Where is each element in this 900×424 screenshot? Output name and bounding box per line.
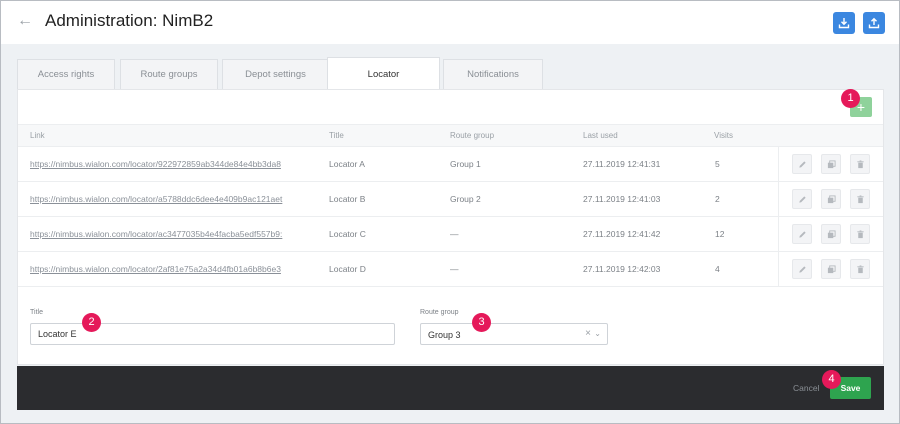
column-header-route-group: Route group [450, 131, 495, 140]
locator-link[interactable]: https://nimbus.wialon.com/locator/2af81e… [30, 264, 296, 274]
copy-icon [827, 264, 836, 273]
table-header: Link Title Route group Last used Visits [18, 124, 883, 147]
locator-last-used: 27.11.2019 12:41:31 [583, 159, 661, 169]
locator-visits: 2 [715, 194, 720, 204]
tab-depot-settings[interactable]: Depot settings [222, 59, 329, 89]
delete-button[interactable] [850, 154, 870, 174]
column-header-last-used: Last used [583, 131, 618, 140]
locator-link[interactable]: https://nimbus.wialon.com/locator/922972… [30, 159, 296, 169]
page-header: ← Administration: NimB2 [1, 1, 899, 44]
clear-icon[interactable]: × [585, 328, 591, 339]
delete-button[interactable] [850, 259, 870, 279]
locator-last-used: 27.11.2019 12:41:42 [583, 229, 661, 239]
page-title: Administration: NimB2 [45, 11, 214, 30]
cancel-button[interactable]: Cancel [793, 383, 819, 393]
chevron-down-icon[interactable]: ⌄ [594, 329, 601, 338]
locator-link[interactable]: https://nimbus.wialon.com/locator/a5788d… [30, 194, 296, 204]
table-row: https://nimbus.wialon.com/locator/a5788d… [18, 182, 883, 217]
locator-visits: 12 [715, 229, 725, 239]
pencil-icon [798, 230, 806, 238]
tab-route-groups[interactable]: Route groups [120, 59, 218, 89]
edit-button[interactable] [792, 189, 812, 209]
download-button[interactable] [833, 12, 855, 34]
column-header-visits: Visits [714, 131, 733, 140]
locator-panel: + Link Title Route group Last used Visit… [17, 89, 884, 365]
trash-icon [856, 159, 864, 168]
copy-button[interactable] [821, 224, 841, 244]
copy-icon [827, 159, 836, 168]
table-row: https://nimbus.wialon.com/locator/922972… [18, 147, 883, 182]
pencil-icon [798, 265, 806, 273]
actions-divider [778, 217, 779, 252]
trash-icon [856, 264, 864, 273]
locator-route-group: Group 1 [450, 159, 481, 169]
locator-title: Locator B [329, 194, 366, 204]
copy-icon [827, 229, 836, 238]
actions-divider [778, 147, 779, 182]
back-arrow-icon[interactable]: ← [17, 12, 33, 30]
step-badge: 2 [82, 313, 101, 332]
locator-title: Locator D [329, 264, 366, 274]
column-header-title: Title [329, 131, 344, 140]
download-icon [838, 18, 850, 29]
locator-last-used: 27.11.2019 12:42:03 [583, 264, 661, 274]
tab-locator[interactable]: Locator [327, 57, 440, 90]
tab-access-rights[interactable]: Access rights [17, 59, 115, 89]
locator-last-used: 27.11.2019 12:41:03 [583, 194, 661, 204]
upload-button[interactable] [863, 12, 885, 34]
pencil-icon [798, 160, 806, 168]
locator-route-group: — [450, 264, 459, 274]
route-group-select[interactable]: Group 3 × ⌄ [420, 323, 608, 345]
actions-divider [778, 252, 779, 287]
locator-visits: 4 [715, 264, 720, 274]
table-row: https://nimbus.wialon.com/locator/2af81e… [18, 252, 883, 287]
tab-notifications[interactable]: Notifications [443, 59, 543, 89]
copy-button[interactable] [821, 189, 841, 209]
copy-button[interactable] [821, 154, 841, 174]
step-badge: 4 [822, 370, 841, 389]
route-group-selected-value: Group 3 [428, 330, 461, 340]
edit-button[interactable] [792, 154, 812, 174]
locator-visits: 5 [715, 159, 720, 169]
title-field-label: Title [30, 309, 43, 316]
pencil-icon [798, 195, 806, 203]
locator-title: Locator C [329, 229, 366, 239]
trash-icon [856, 194, 864, 203]
upload-icon [868, 17, 880, 29]
step-badge: 3 [472, 313, 491, 332]
locator-route-group: — [450, 229, 459, 239]
locator-link[interactable]: https://nimbus.wialon.com/locator/ac3477… [30, 229, 296, 239]
route-group-field-label: Route group [420, 309, 459, 316]
form-footer: Cancel Save [17, 366, 884, 410]
edit-button[interactable] [792, 224, 812, 244]
table-row: https://nimbus.wialon.com/locator/ac3477… [18, 217, 883, 252]
copy-button[interactable] [821, 259, 841, 279]
step-badge: 1 [841, 89, 860, 108]
locator-route-group: Group 2 [450, 194, 481, 204]
trash-icon [856, 229, 864, 238]
locator-title: Locator A [329, 159, 365, 169]
column-header-link: Link [30, 131, 45, 140]
delete-button[interactable] [850, 224, 870, 244]
actions-divider [778, 182, 779, 217]
edit-button[interactable] [792, 259, 812, 279]
delete-button[interactable] [850, 189, 870, 209]
copy-icon [827, 194, 836, 203]
